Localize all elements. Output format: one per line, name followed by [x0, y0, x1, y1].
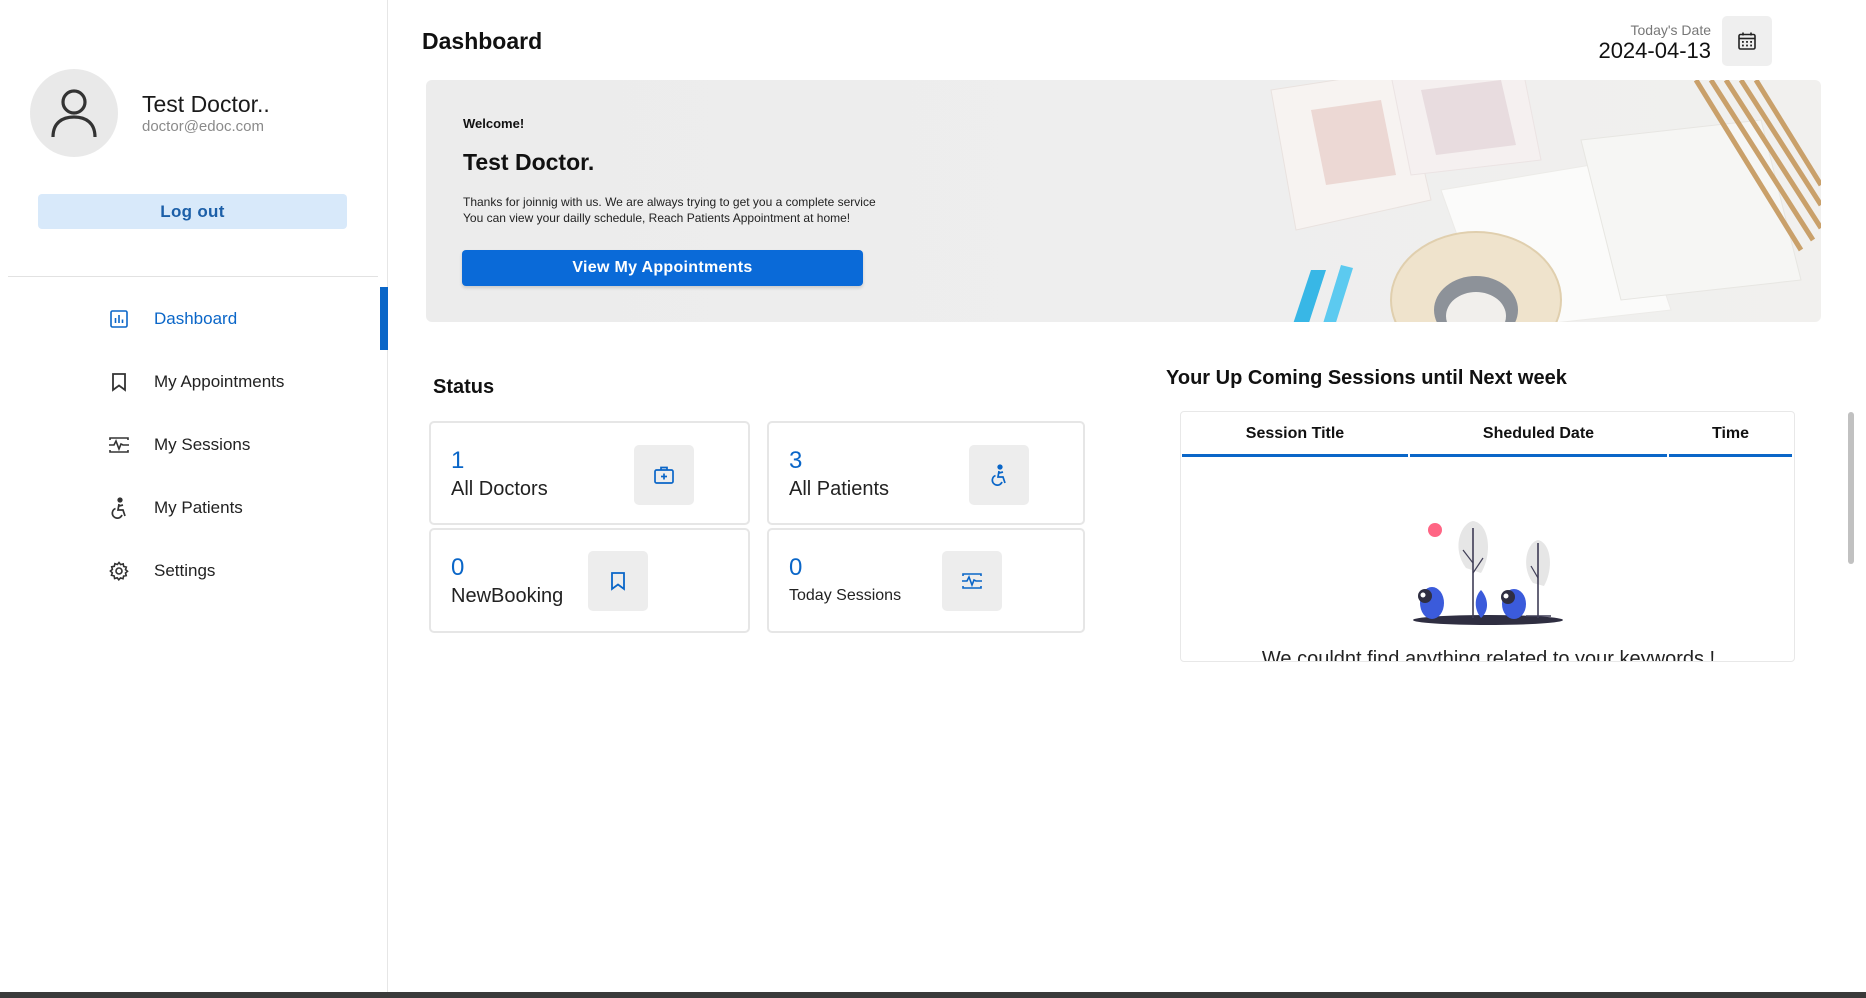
status-card-icon-box [588, 551, 648, 611]
profile-name: Test Doctor.. [142, 91, 270, 117]
logout-button[interactable]: Log out [38, 194, 347, 229]
banner-doctor-name: Test Doctor. [463, 149, 595, 175]
sessions-icon [962, 573, 982, 589]
column-header-scheduled-date[interactable]: Sheduled Date [1410, 413, 1667, 457]
bookmark-icon [611, 572, 625, 591]
sidebar-item-label: Dashboard [154, 308, 238, 328]
sidebar-item-dashboard[interactable]: Dashboard [0, 287, 388, 350]
avatar [30, 69, 118, 157]
status-card-value: 0 [789, 554, 803, 581]
accessibility-icon [108, 496, 130, 519]
gear-icon [108, 560, 130, 582]
banner-medical-supplies-image [1270, 80, 1821, 322]
page-title: Dashboard [422, 28, 543, 54]
date-label: Today's Date [1630, 22, 1712, 38]
status-card-label: All Doctors [451, 478, 548, 500]
date-value: 2024-04-13 [1598, 38, 1711, 63]
sidebar-item-patients[interactable]: My Patients [0, 476, 388, 539]
banner-description-line: Thanks for joinnig with us. We are alway… [463, 195, 876, 209]
sidebar-item-label: Settings [154, 560, 216, 580]
status-card-label: NewBooking [451, 585, 564, 607]
sidebar-item-label: My Patients [154, 497, 243, 517]
sidebar-item-appointments[interactable]: My Appointments [0, 350, 388, 413]
table-header: Session Title Sheduled Date Time [1181, 413, 1794, 457]
status-title: Status [433, 376, 495, 398]
page-scrollbar[interactable] [1848, 412, 1854, 564]
status-card-new-booking[interactable]: 0 NewBooking [429, 528, 750, 633]
status-card-value: 0 [451, 554, 465, 581]
sessions-table: Session Title Sheduled Date Time We coul… [1180, 411, 1795, 662]
sidebar-divider [8, 276, 378, 277]
sidebar-nav: Dashboard My Appointments My Sessions My… [0, 287, 388, 602]
user-icon [51, 89, 97, 138]
calendar-icon [1738, 32, 1756, 50]
column-header-session-title[interactable]: Session Title [1182, 413, 1408, 457]
calendar-button[interactable] [1722, 16, 1772, 66]
sessions-title: Your Up Coming Sessions until Next week [1166, 367, 1567, 389]
sidebar-item-sessions[interactable]: My Sessions [0, 413, 388, 476]
sidebar-item-settings[interactable]: Settings [0, 539, 388, 602]
profile-email: doctor@edoc.com [142, 118, 264, 135]
column-header-time[interactable]: Time [1669, 413, 1792, 457]
date-block: Today's Date 2024-04-13 [1598, 22, 1711, 64]
status-card-value: 1 [451, 447, 465, 474]
banner-description-line: You can view your dailly schedule, Reach… [463, 211, 851, 225]
chart-icon [108, 308, 130, 330]
status-card-doctors[interactable]: 1 All Doctors [429, 421, 750, 525]
sidebar-item-label: My Sessions [154, 434, 251, 454]
status-card-icon-box [634, 445, 694, 505]
status-card-label: Today Sessions [789, 587, 902, 604]
window-bottom-border [0, 992, 1866, 998]
app-window: Test Doctor.. doctor@edoc.com Log out Da… [0, 0, 1866, 998]
status-card-icon-box [969, 445, 1029, 505]
profile-text: Test Doctor.. doctor@edoc.com [142, 90, 270, 136]
sidebar: Test Doctor.. doctor@edoc.com Log out Da… [0, 0, 388, 992]
status-card-icon-box [942, 551, 1002, 611]
empty-state-illustration [1413, 521, 1563, 625]
welcome-banner: Welcome! Test Doctor. Thanks for joinnig… [426, 80, 1821, 322]
sidebar-item-label: My Appointments [154, 371, 285, 391]
status-card-today-sessions[interactable]: 0 Today Sessions [767, 528, 1085, 633]
view-appointments-button[interactable]: View My Appointments [462, 250, 863, 286]
status-card-value: 3 [789, 447, 803, 474]
banner-description: Thanks for joinnig with us. We are alway… [463, 194, 876, 226]
status-card-patients[interactable]: 3 All Patients [767, 421, 1085, 525]
empty-state-message: We couldnt find anything related to your… [1261, 648, 1716, 662]
bookmark-icon [108, 371, 130, 393]
medical-bag-icon [654, 466, 674, 484]
sessions-icon [108, 434, 130, 456]
status-card-label: All Patients [789, 478, 890, 500]
profile: Test Doctor.. doctor@edoc.com [30, 69, 270, 157]
welcome-text: Welcome! [463, 116, 525, 131]
accessibility-icon [991, 464, 1006, 486]
